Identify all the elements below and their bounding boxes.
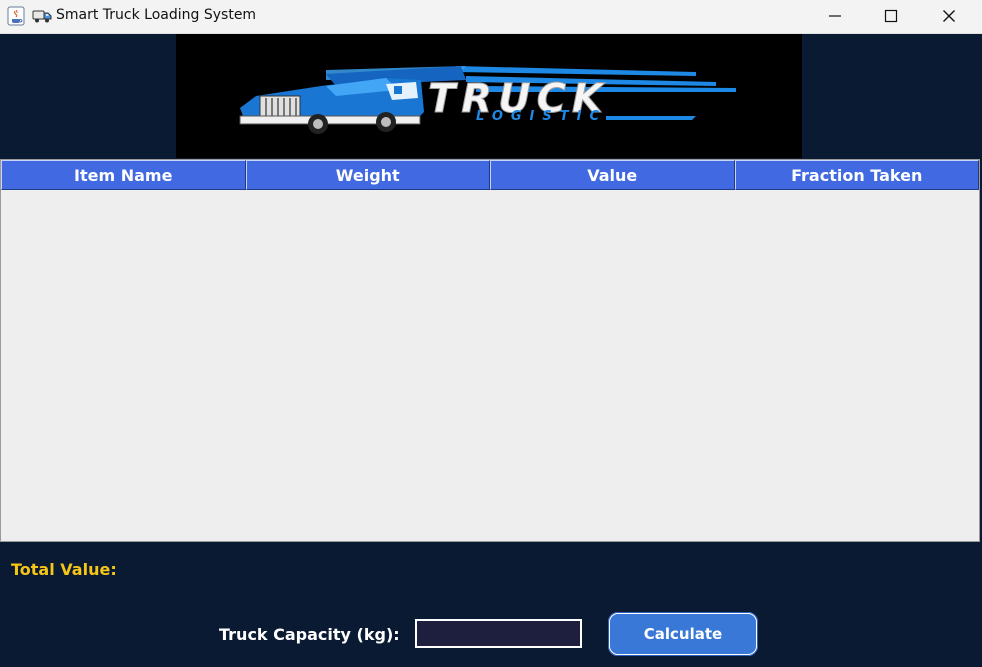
- svg-text:LOGISTIC: LOGISTIC: [476, 109, 607, 124]
- column-header-item-name[interactable]: Item Name: [1, 160, 246, 190]
- header-banner: TRUCK LOGISTIC: [0, 34, 982, 160]
- column-header-fraction-taken[interactable]: Fraction Taken: [734, 160, 979, 190]
- java-app-icon: [7, 6, 25, 26]
- minimize-icon: [829, 15, 841, 17]
- calculate-button[interactable]: Calculate: [608, 612, 758, 656]
- maximize-button[interactable]: [862, 0, 920, 32]
- table-header: Item Name Weight Value Fraction Taken: [1, 160, 979, 190]
- truck-icon: [32, 8, 52, 24]
- truck-capacity-label: Truck Capacity (kg):: [219, 625, 400, 644]
- column-header-weight[interactable]: Weight: [245, 160, 490, 190]
- table-body[interactable]: [1, 190, 979, 541]
- truck-capacity-input[interactable]: [415, 619, 582, 648]
- close-icon: [943, 10, 955, 22]
- total-value-label: Total Value:: [11, 560, 117, 579]
- column-header-value[interactable]: Value: [490, 160, 735, 190]
- bottom-panel: Total Value: Truck Capacity (kg): Calcul…: [0, 542, 982, 667]
- title-bar: Smart Truck Loading System: [0, 0, 982, 34]
- minimize-button[interactable]: [806, 0, 864, 32]
- truck-logistic-logo: TRUCK LOGISTIC: [176, 34, 802, 158]
- maximize-icon: [884, 9, 898, 23]
- close-button[interactable]: [920, 0, 978, 32]
- items-table[interactable]: Item Name Weight Value Fraction Taken: [0, 159, 980, 542]
- window-title: Smart Truck Loading System: [56, 7, 257, 23]
